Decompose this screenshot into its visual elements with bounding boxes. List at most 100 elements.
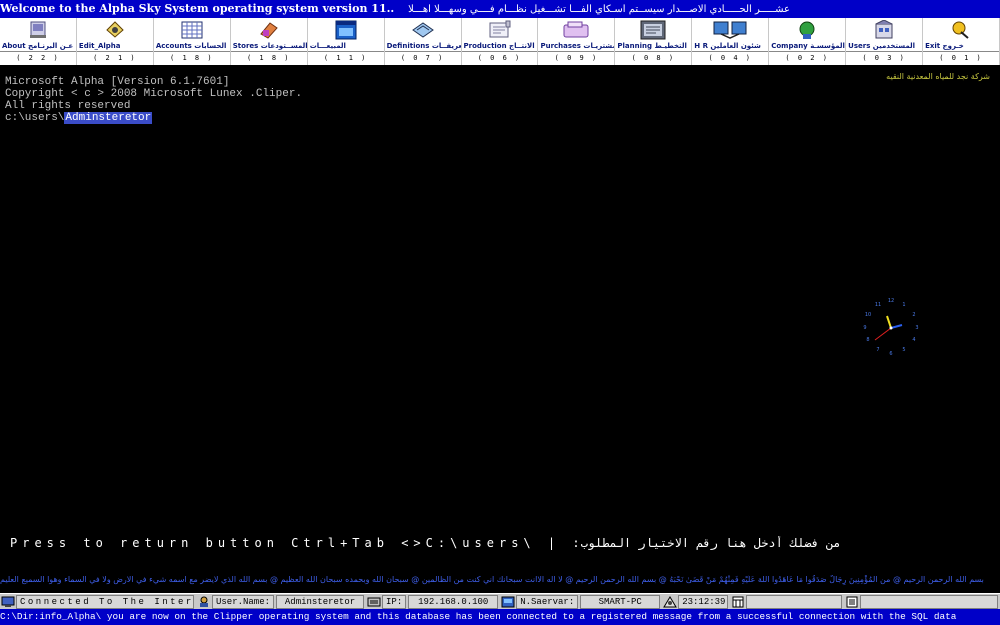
scrolling-ticker: بسم الله الرحمن الرحيم @ من الْمُؤْمِنِي… <box>0 575 984 584</box>
toolbar-code: ( 1 8 ) <box>230 52 307 63</box>
toolbar-item-users[interactable]: Users المستخدمين ( 0 3 ) <box>846 18 924 65</box>
toolbar-label: Exit خـروج <box>923 41 999 52</box>
toolbar-code: ( 0 6 ) <box>461 52 538 63</box>
clock-numeral: 7 <box>876 347 879 353</box>
command-prompt-line[interactable]: Press to return button Ctrl+Tab <>C:\use… <box>10 536 1000 552</box>
toolbar-item-production[interactable]: Production الانتــاج ( 0 6 ) <box>461 18 539 65</box>
clock-numeral: 3 <box>915 325 918 331</box>
server-icon <box>500 595 516 609</box>
clock-minute-hand <box>890 324 903 329</box>
toolbar-label: المبيعـــات <box>307 41 384 52</box>
about-icon <box>28 19 48 41</box>
console-line: All rights reserved <box>5 100 131 112</box>
prompt-text: Press to return button Ctrl+Tab <>C:\use… <box>10 536 561 550</box>
title-text: Welcome to the Alpha Sky System operatin… <box>0 2 395 15</box>
purchases-icon <box>562 19 590 41</box>
status-bar: Connected To The Internet User.Name: Adm… <box>0 593 1000 609</box>
analog-clock: 12 1 2 3 4 5 6 7 8 9 10 11 <box>862 296 920 358</box>
clock-numeral: 1 <box>902 302 905 308</box>
console-user-selection[interactable]: Adminsteretor <box>64 112 153 124</box>
toolbar-item-edit-alpha[interactable]: Edit_Alpha ( 2 1 ) <box>76 18 154 65</box>
toolbar-item-company[interactable]: Company المؤسسـة ( 0 2 ) <box>769 18 847 65</box>
user-icon <box>196 595 212 609</box>
hr-icon <box>713 19 747 41</box>
toolbar-item-hr[interactable]: H R شئون العاملين ( 0 4 ) <box>692 18 770 65</box>
status-time: 23:12:39 <box>678 594 729 609</box>
clock-hour-hand <box>886 315 892 329</box>
toolbar-label: Production الانتــاج <box>461 41 538 52</box>
toolbar-code: ( 1 1 ) <box>307 52 384 63</box>
planning-icon <box>640 19 666 41</box>
toolbar-code: ( 0 1 ) <box>923 52 999 63</box>
title-text-arabic: عشـــــر الحـــــادي الاصـــدار سيســتم … <box>408 4 791 15</box>
stores-icon <box>258 19 280 41</box>
toolbar-code: ( 0 2 ) <box>769 52 846 63</box>
user-name-value: Adminsteretor <box>276 594 365 609</box>
user-name-label: User.Name: <box>212 594 275 609</box>
clock-center <box>889 326 893 330</box>
company-name: شركة نجد للمياه المعدنية النقيه <box>886 72 990 81</box>
toolbar-label: H R شئون العاملين <box>692 41 769 52</box>
network-icon <box>0 595 16 609</box>
toolbar-item-about[interactable]: About عـن البرنـامج ( 2 2 ) <box>0 18 77 65</box>
toolbar-item-accounts[interactable]: Accounts الحسابات ( 1 8 ) <box>153 18 231 65</box>
toolbar-code: ( 0 4 ) <box>692 52 769 63</box>
toolbar-code: ( 2 2 ) <box>0 52 76 63</box>
company-icon <box>797 19 817 41</box>
toolbar-label: Purchases المشتريـات <box>538 42 615 52</box>
toolbar-code: ( 0 3 ) <box>846 52 923 63</box>
console-line: Microsoft Alpha [Version 6.1.7601] <box>5 76 230 88</box>
toolbar-code: ( 0 9 ) <box>538 52 615 63</box>
title-bar: Welcome to the Alpha Sky System operatin… <box>0 0 1000 18</box>
server-value: SMART-PC <box>580 594 661 609</box>
clock-numeral: 8 <box>866 337 869 343</box>
toolbar-item-exit[interactable]: Exit خـروج ( 0 1 ) <box>923 18 1000 65</box>
toolbar-label: Definitions التعريفــات <box>384 41 461 52</box>
toolbar-label: About عـن البرنـامج <box>0 41 76 52</box>
edit-alpha-icon <box>105 19 125 41</box>
status-empty-field <box>746 594 843 609</box>
toolbar-label: Accounts الحسابات <box>153 41 230 52</box>
toolbar-item-purchases[interactable]: Purchases المشتريـات ( 0 9 ) <box>538 18 616 65</box>
status-empty-field <box>860 594 998 609</box>
clock-icon <box>662 595 678 609</box>
toolbar-label: Stores المســتودعات <box>230 42 307 52</box>
toolbar-label: Company المؤسسـة <box>769 42 846 52</box>
exit-icon <box>951 19 971 41</box>
ip-value: 192.168.0.100 <box>408 594 499 609</box>
console-prompt[interactable]: c:\users\Adminsteretor <box>5 112 302 124</box>
toolbar-item-definitions[interactable]: Definitions التعريفــات ( 0 7 ) <box>384 18 462 65</box>
server-label: N.Saervar: <box>516 594 579 609</box>
clock-numeral: 9 <box>863 325 866 331</box>
main-toolbar: About عـن البرنـامج ( 2 2 ) Edit_Alpha (… <box>0 18 1000 66</box>
clock-numeral: 2 <box>912 312 915 318</box>
message-bar: C:\Dir:info_Alpha\ you are now on the Cl… <box>0 609 1000 625</box>
sales-icon <box>335 19 357 41</box>
toolbar-label: Edit_Alpha <box>76 41 153 52</box>
accounts-icon <box>181 19 203 41</box>
clock-numeral: 6 <box>889 351 892 357</box>
console-line: Copyright < c > 2008 Microsoft Lunex .Cl… <box>5 88 303 100</box>
clock-second-hand <box>874 327 892 341</box>
console-output: Microsoft Alpha [Version 6.1.7601] Copyr… <box>5 76 302 124</box>
toolbar-label: Users المستخدمين <box>846 41 923 52</box>
toolbar-label: Planning التخطيـط <box>615 41 692 52</box>
toolbar-code: ( 1 8 ) <box>153 52 230 63</box>
ip-label: IP: <box>382 594 407 609</box>
clock-numeral: 4 <box>912 337 915 343</box>
clock-numeral: 12 <box>888 298 894 304</box>
toolbar-item-planning[interactable]: Planning التخطيـط ( 0 8 ) <box>615 18 693 65</box>
production-icon <box>486 19 512 41</box>
clock-numeral: 11 <box>875 302 881 308</box>
toolbar-item-sales[interactable]: المبيعـــات ( 1 1 ) <box>307 18 385 65</box>
toolbar-code: ( 0 7 ) <box>384 52 461 63</box>
connection-status: Connected To The Internet <box>16 594 194 609</box>
toolbar-item-stores[interactable]: Stores المســتودعات ( 1 8 ) <box>230 18 308 65</box>
notes-icon <box>844 595 860 609</box>
users-icon <box>872 19 896 41</box>
clock-numeral: 10 <box>865 312 871 318</box>
definitions-icon <box>411 19 435 41</box>
clock-numeral: 5 <box>902 347 905 353</box>
toolbar-code: ( 2 1 ) <box>76 52 153 63</box>
ip-icon <box>366 595 382 609</box>
